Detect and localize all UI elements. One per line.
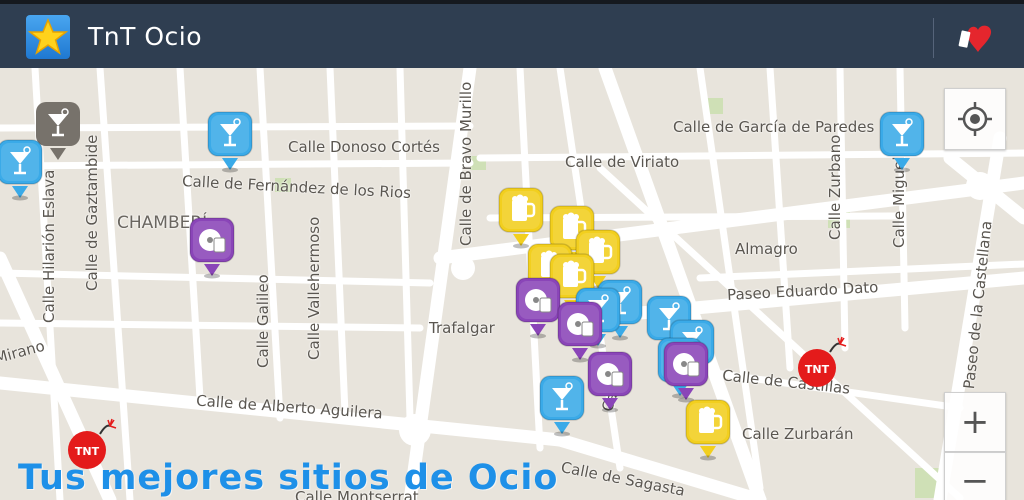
marker-cocktail[interactable]: [0, 138, 44, 208]
marker-tnt[interactable]: TNT: [796, 334, 848, 394]
zoom-out-button[interactable]: −: [944, 452, 1006, 500]
street-label: Calle de García de Paredes: [673, 118, 875, 136]
street-label: Trafalgar: [429, 319, 495, 337]
street-label: Calle de Gaztambide: [83, 134, 101, 291]
svg-text:TNT: TNT: [805, 363, 830, 376]
disco-icon: [663, 341, 709, 403]
marker-disco[interactable]: [514, 276, 562, 346]
tagline: Tus mejores sitios de Ocio: [18, 458, 559, 498]
app-bar: TnT Ocio: [0, 0, 1024, 68]
my-location-button[interactable]: [944, 88, 1006, 150]
appbar-divider: [933, 18, 934, 58]
street-label: Calle Zurbarán: [742, 425, 854, 443]
marker-cocktail[interactable]: [878, 110, 926, 180]
zoom-in-button[interactable]: +: [944, 392, 1006, 452]
marker-disco[interactable]: [586, 350, 634, 420]
marker-cocktail[interactable]: [206, 110, 254, 180]
cocktail-icon: [207, 111, 253, 173]
crosshair-icon: [958, 102, 992, 136]
cocktail-icon: [0, 139, 43, 201]
cocktail-icon: [539, 375, 585, 437]
street-label: Calle Vallehermoso: [305, 216, 323, 360]
disco-icon: [587, 351, 633, 413]
street-label: Almagro: [735, 240, 798, 258]
street-label: Calle Zurbano: [826, 134, 844, 240]
street-label: Calle de Viriato: [565, 153, 680, 171]
street-label: Calle Galileo: [254, 274, 272, 368]
svg-text:TNT: TNT: [75, 445, 100, 458]
app-title: TnT Ocio: [88, 22, 202, 51]
street-label: Calle de Bravo Murillo: [457, 81, 475, 246]
disco-icon: [189, 217, 235, 279]
disco-icon: [515, 277, 561, 339]
heart-icon[interactable]: [952, 22, 996, 56]
star-icon[interactable]: [26, 15, 70, 59]
beer-icon: [685, 399, 731, 461]
map-view[interactable]: Calle Donoso Cortés Calle de García de P…: [0, 68, 1024, 500]
marker-cocktail[interactable]: [538, 374, 586, 444]
marker-beer[interactable]: [684, 398, 732, 468]
cocktail-icon: [879, 111, 925, 173]
marker-disco[interactable]: [188, 216, 236, 286]
bomb-icon: TNT: [798, 336, 847, 387]
street-label: Calle Donoso Cortés: [288, 138, 440, 156]
